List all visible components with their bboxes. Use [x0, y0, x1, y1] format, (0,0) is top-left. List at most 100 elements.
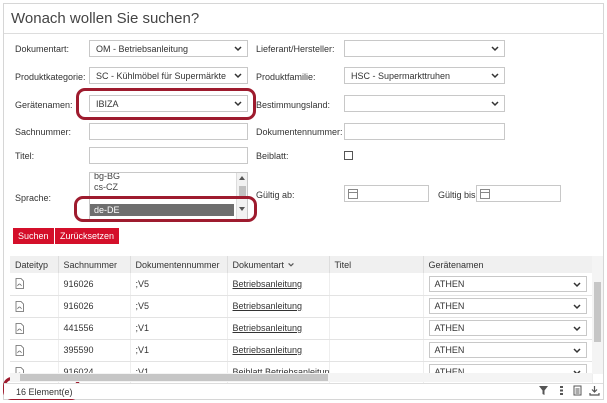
dokumentennummer-label: Dokumentennummer:	[256, 127, 343, 137]
column-chooser-icon[interactable]	[556, 385, 567, 396]
table-horizontal-scrollbar[interactable]	[10, 373, 592, 382]
cell-dokumentennummer: ;V1	[130, 339, 228, 362]
cell-dateityp[interactable]	[10, 339, 59, 362]
geraetenamen-row-select[interactable]: ATHEN	[428, 320, 587, 336]
dokumentart-select[interactable]: OM - Betriebsanleitung	[89, 40, 248, 57]
column-header-sachnummer[interactable]: Sachnummer	[58, 256, 131, 273]
table-row[interactable]: 916026 ;V5 Betriebsanleitung ATHEN	[10, 273, 593, 296]
column-header-dokumentart-label: Dokumentart	[232, 259, 285, 270]
column-header-dokumentart[interactable]: Dokumentart	[227, 256, 330, 273]
table-row[interactable]: 916026 ;V5 Betriebsanleitung ATHEN	[10, 295, 593, 318]
table-row[interactable]: 441556 ;V1 Betriebsanleitung ATHEN	[10, 317, 593, 340]
calendar-icon[interactable]	[348, 189, 358, 199]
chevron-down-icon	[572, 348, 581, 354]
geraetenamen-row-value: ATHEN	[434, 345, 465, 355]
geraetenamen-row-value: ATHEN	[434, 323, 465, 333]
title-divider	[4, 33, 604, 34]
table-vertical-scrollbar[interactable]	[592, 256, 603, 374]
cell-dateityp[interactable]	[10, 317, 59, 340]
geraetenamen-row-value: ATHEN	[434, 278, 465, 289]
cell-sachnummer: 395590	[58, 339, 131, 362]
column-header-geraetenamen[interactable]: Gerätenamen	[423, 256, 593, 273]
geraetenamen-row-select[interactable]: ATHEN	[428, 275, 587, 292]
scroll-thumb[interactable]	[20, 374, 328, 381]
reset-button[interactable]: Zurücksetzen	[55, 228, 120, 244]
dokumentart-link[interactable]: Betriebsanleitung	[233, 345, 303, 355]
geraetenamen-row-select[interactable]: ATHEN	[428, 342, 587, 358]
cell-titel	[329, 295, 424, 318]
lieferant-select[interactable]	[344, 40, 505, 57]
sachnummer-input[interactable]	[89, 123, 248, 140]
cell-sachnummer: 916026	[58, 295, 131, 318]
pdf-file-icon[interactable]	[15, 344, 24, 356]
pdf-file-icon[interactable]	[15, 300, 24, 312]
cell-dokumentart: Betriebsanleitung	[227, 295, 330, 318]
column-header-dateityp[interactable]: Dateityp	[10, 256, 59, 273]
produktfamilie-label: Produktfamilie:	[256, 72, 316, 82]
chevron-down-icon	[491, 73, 499, 79]
dokumentart-link[interactable]: Betriebsanleitung	[233, 323, 303, 333]
dokumentart-link[interactable]: Betriebsanleitung	[233, 279, 303, 289]
cell-geraetenamen: ATHEN	[423, 339, 593, 362]
titel-input[interactable]	[89, 147, 248, 164]
dokumentennummer-input[interactable]	[344, 123, 505, 140]
download-icon[interactable]	[589, 385, 600, 396]
column-header-titel[interactable]: Titel	[329, 256, 424, 273]
cell-geraetenamen: ATHEN	[423, 317, 593, 340]
cell-dokumentart: Betriebsanleitung	[227, 339, 330, 362]
geraetenamen-label: Gerätenamen:	[15, 100, 73, 110]
scroll-thumb[interactable]	[594, 282, 601, 342]
cell-sachnummer: 916026	[58, 273, 131, 296]
cell-geraetenamen: ATHEN	[423, 273, 593, 296]
beiblatt-label: Beiblatt:	[256, 151, 289, 161]
highlight-sprache	[74, 196, 257, 222]
beiblatt-checkbox[interactable]	[344, 151, 353, 160]
pdf-file-icon[interactable]	[15, 322, 24, 334]
cell-dokumentart: Betriebsanleitung	[227, 317, 330, 340]
table-footer	[4, 383, 603, 399]
dokumentart-value: OM - Betriebsanleitung	[96, 44, 189, 54]
geraetenamen-row-select[interactable]: ATHEN	[428, 298, 587, 314]
column-header-dokumentennummer[interactable]: Dokumentennummer	[130, 256, 228, 273]
chevron-down-icon	[491, 101, 499, 107]
produktkategorie-select[interactable]: SC - Kühlmöbel für Supermärkte	[89, 67, 248, 84]
calendar-icon[interactable]	[480, 189, 490, 199]
dokumentart-label: Dokumentart:	[15, 44, 70, 54]
chevron-down-icon	[572, 282, 581, 287]
filter-icon[interactable]	[538, 385, 549, 396]
table-header: Dateityp Sachnummer Dokumentennummer Dok…	[10, 256, 593, 273]
produktfamilie-select[interactable]: HSC - Supermarkttruhen	[344, 67, 505, 84]
cell-dateityp[interactable]	[10, 273, 59, 296]
table-row[interactable]: 395590 ;V1 Betriebsanleitung ATHEN	[10, 339, 593, 362]
bestimmungsland-select[interactable]	[344, 95, 505, 112]
cell-sachnummer: 441556	[58, 317, 131, 340]
produktfamilie-value: HSC - Supermarkttruhen	[351, 71, 451, 81]
sprache-option[interactable]: bg-BG	[94, 173, 120, 181]
cell-dateityp[interactable]	[10, 295, 59, 318]
cell-titel	[329, 317, 424, 340]
titel-label: Titel:	[15, 151, 35, 161]
dokumentart-link[interactable]: Betriebsanleitung	[233, 301, 303, 311]
search-button[interactable]: Suchen	[13, 228, 54, 244]
cell-dokumentennummer: ;V1	[130, 317, 228, 340]
gueltig-bis-label: Gültig bis:	[438, 190, 479, 200]
cell-titel	[329, 339, 424, 362]
sprache-option[interactable]: cs-CZ	[94, 182, 118, 192]
chevron-down-icon	[491, 46, 499, 52]
results-table: Dateityp Sachnummer Dokumentennummer Dok…	[10, 256, 593, 384]
bestimmungsland-label: Bestimmungsland:	[256, 100, 331, 110]
export-icon[interactable]	[572, 385, 583, 396]
lieferant-label: Lieferant/Hersteller:	[256, 44, 335, 54]
result-count: 16 Element(e)	[16, 387, 73, 397]
cell-titel	[329, 273, 424, 296]
produktkategorie-label: Produktkategorie:	[15, 72, 86, 82]
chevron-down-icon	[287, 263, 294, 267]
geraetenamen-row-value: ATHEN	[434, 301, 465, 311]
highlight-geraetenamen	[76, 88, 256, 120]
sachnummer-label: Sachnummer:	[15, 127, 72, 137]
produktkategorie-value: SC - Kühlmöbel für Supermärkte	[96, 71, 227, 81]
scroll-up-icon[interactable]	[239, 176, 245, 180]
sprache-label: Sprache:	[15, 193, 52, 203]
pdf-file-icon[interactable]	[15, 278, 24, 290]
chevron-down-icon	[234, 73, 242, 79]
